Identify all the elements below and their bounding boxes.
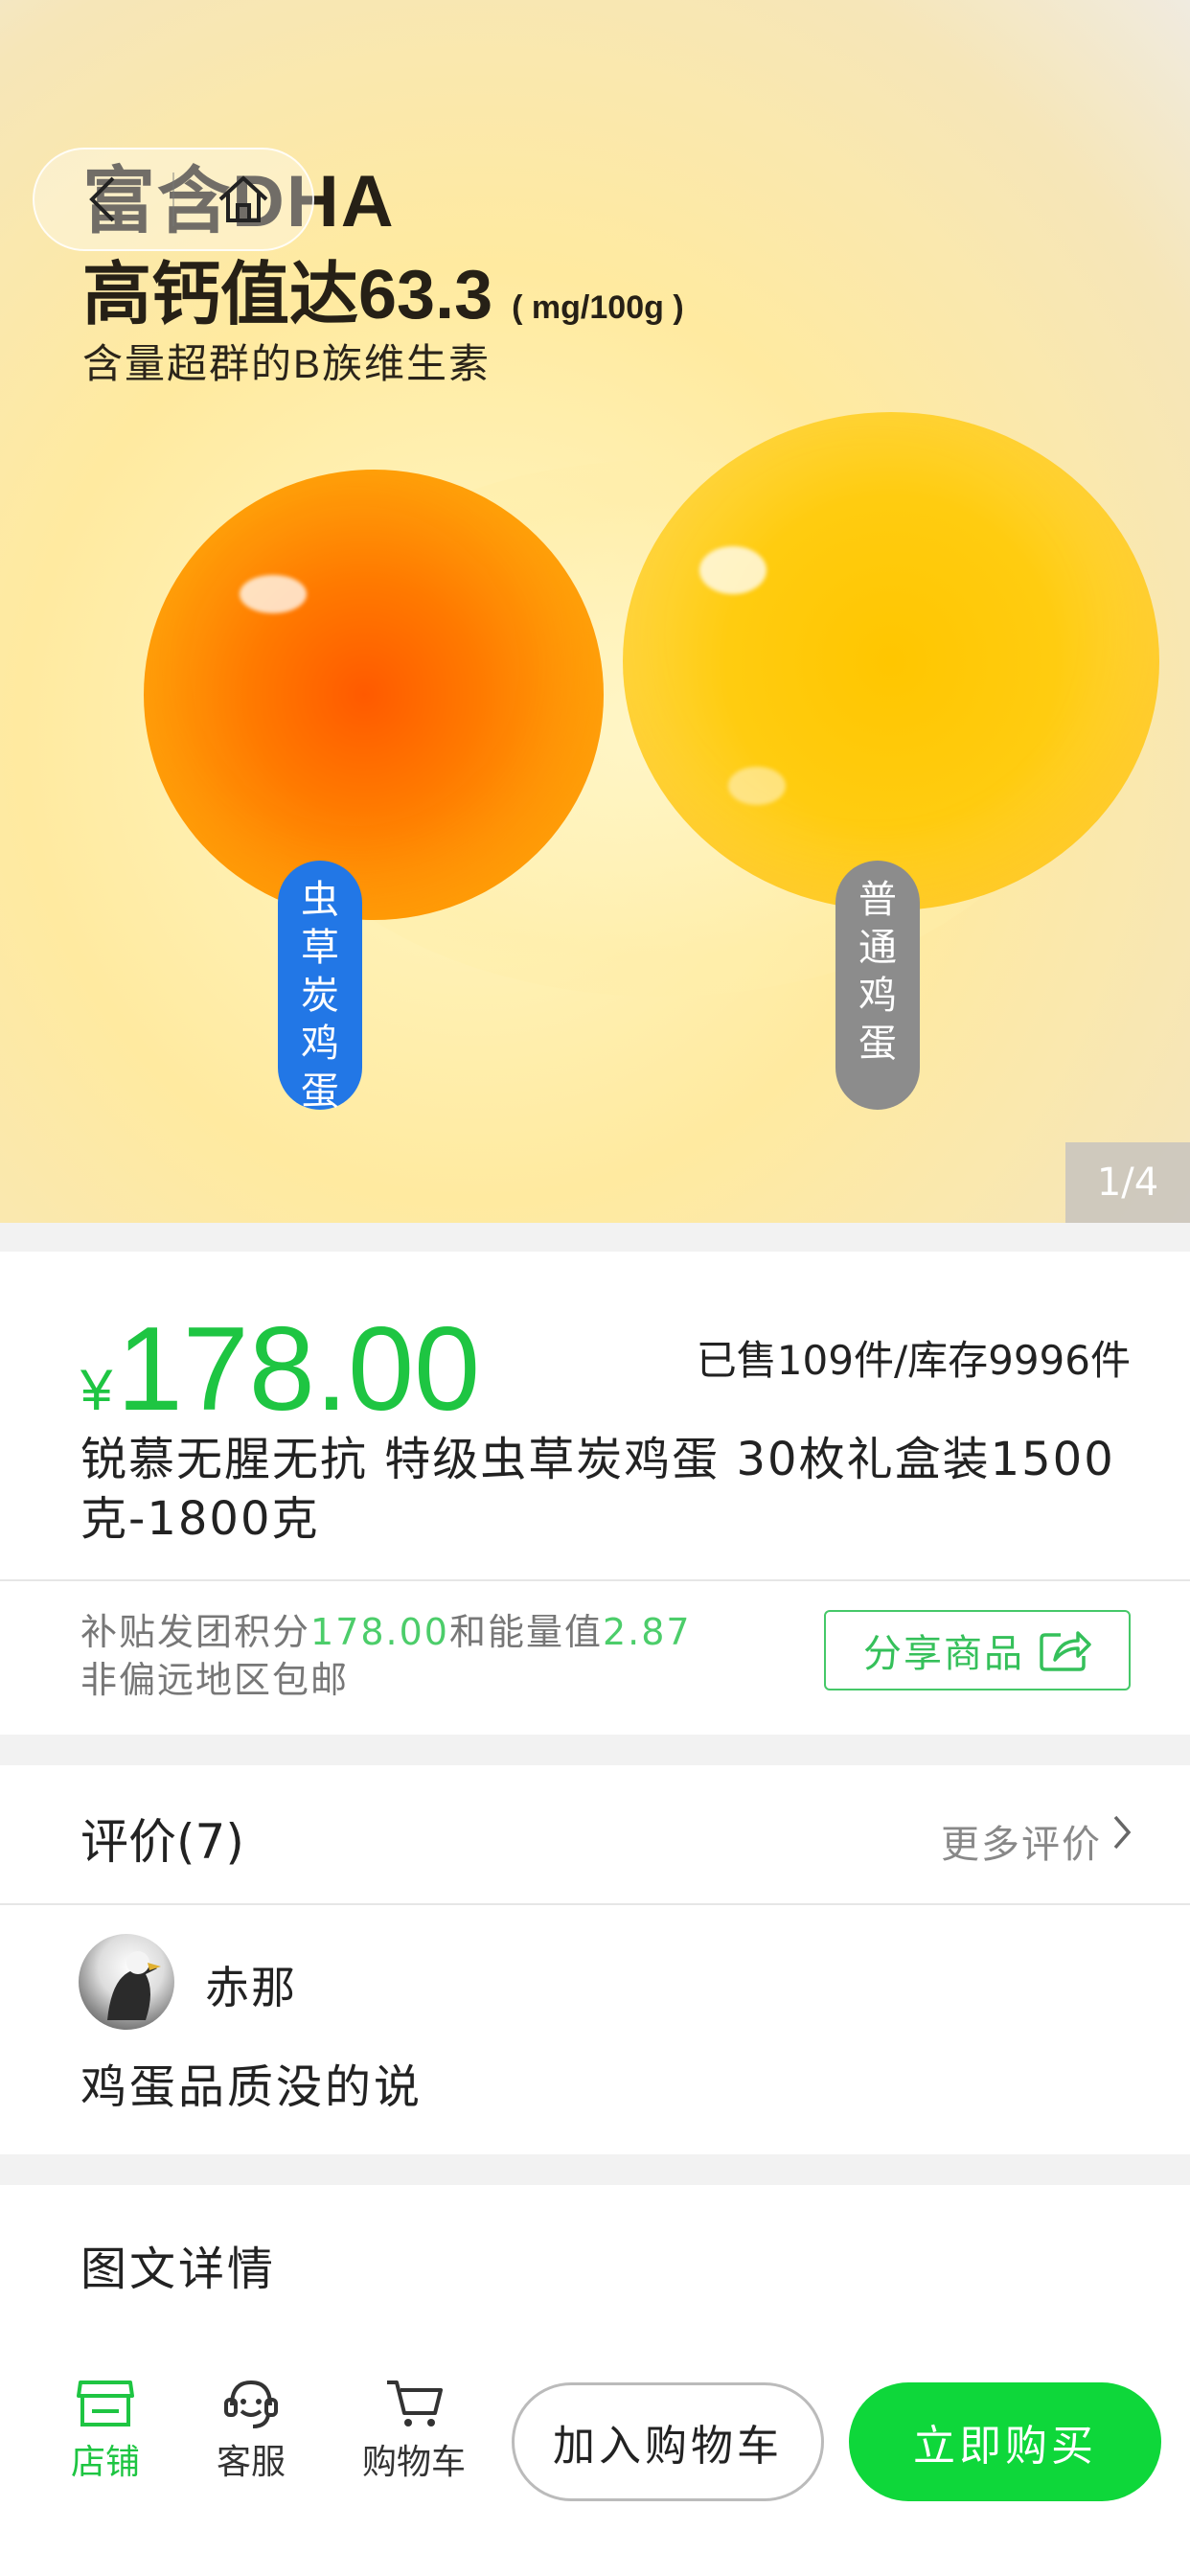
price-card: ¥ 178.00 已售109件/库存9996件 锐慕无腥无抗 特级虫草炭鸡蛋 3… [0,1252,1190,1579]
share-label: 分享商品 [863,1632,1024,1676]
yolk-highlight [240,575,307,613]
buy-now-button[interactable]: 立即购买 [849,2382,1161,2501]
home-icon [218,175,268,222]
reviews-title: 评价(7) [80,1814,244,1870]
tag-char: 虫 [301,878,339,922]
yolk-highlight [728,767,786,805]
tag-char: 通 [858,926,897,970]
customer-service-icon [224,2380,278,2428]
product-price: ¥ 178.00 [80,1301,480,1438]
reviewer-name: 赤那 [205,1962,297,2013]
chevron-left-icon [89,176,115,222]
subsidy-card: 补贴发团积分178.00和能量值2.87 非偏远地区包邮 分享商品 [0,1579,1190,1735]
tag-char: 普 [858,878,897,922]
reviews-header[interactable]: 评价(7) 更多评价 [0,1765,1190,1903]
subsidy-middle: 和能量值 [448,1611,603,1653]
tag-char: 鸡 [301,1022,339,1066]
back-button[interactable] [34,150,172,249]
regular-egg-yolk [623,412,1159,910]
subsidy-points: 178.00 [310,1611,449,1653]
hero-headline-vitamin: 含量超群的B族维生素 [82,341,492,386]
customer-service-button[interactable]: 客服 [217,2377,286,2484]
hero-calcium-unit: ( mg/100g ) [512,289,684,326]
more-reviews-link[interactable]: 更多评价 [941,1813,1102,1869]
currency-symbol: ¥ [80,1358,113,1422]
price-value: 178.00 [116,1303,481,1436]
store-label: 店铺 [71,2443,141,2482]
cart-label: 购物车 [362,2443,467,2482]
add-to-cart-button[interactable]: 加入购物车 [512,2382,824,2501]
subsidy-info: 补贴发团积分178.00和能量值2.87 [80,1602,692,1655]
customer-service-label: 客服 [217,2443,286,2482]
sold-stock-info: 已售109件/库存9996件 [696,1337,1131,1384]
tag-char: 蛋 [858,1022,897,1066]
share-icon [1040,1631,1091,1671]
cordyceps-egg-yolk [144,470,604,920]
image-counter: 1/4 [1065,1142,1190,1223]
share-product-button[interactable]: 分享商品 [824,1610,1131,1690]
tag-char: 炭 [301,974,339,1018]
tag-char: 蛋 [301,1070,339,1114]
details-title: 图文详情 [80,2242,277,2296]
review-item: 赤那 鸡蛋品质没的说 [0,1903,1190,2154]
hero-calcium-text: 高钙值达63.3 [82,257,493,334]
cart-icon [387,2380,443,2426]
cart-button[interactable]: 购物车 [362,2377,466,2484]
subsidy-prefix: 补贴发团积分 [80,1611,311,1653]
nav-capsule [33,148,314,251]
reviewer-avatar [79,1934,174,2030]
tag-regular-egg: 普 通 鸡 蛋 [835,861,920,1110]
home-button[interactable] [174,150,312,249]
yolk-highlight [699,546,767,594]
tag-char: 鸡 [858,974,897,1018]
hero-headline-calcium: 高钙值达63.3 ( mg/100g ) [82,238,684,338]
bottom-action-bar: 店铺 客服 购物车 加入购物车 立即购买 [0,2358,1190,2576]
chevron-right-icon [1113,1815,1132,1850]
product-title: 锐慕无腥无抗 特级虫草炭鸡蛋 30枚礼盒装1500克-1800克 [80,1433,1115,1546]
tag-char: 草 [301,926,339,970]
store-icon [77,2380,134,2426]
store-button[interactable]: 店铺 [71,2377,140,2484]
shipping-info: 非偏远地区包邮 [80,1659,350,1701]
subsidy-energy: 2.87 [603,1611,692,1653]
review-text: 鸡蛋品质没的说 [80,2060,423,2114]
tag-cordyceps-egg: 虫 草 炭 鸡 蛋 [278,861,362,1114]
product-page: 富含DHA 高钙值达63.3 ( mg/100g ) 含量超群的B族维生素 虫 … [0,0,1190,2576]
